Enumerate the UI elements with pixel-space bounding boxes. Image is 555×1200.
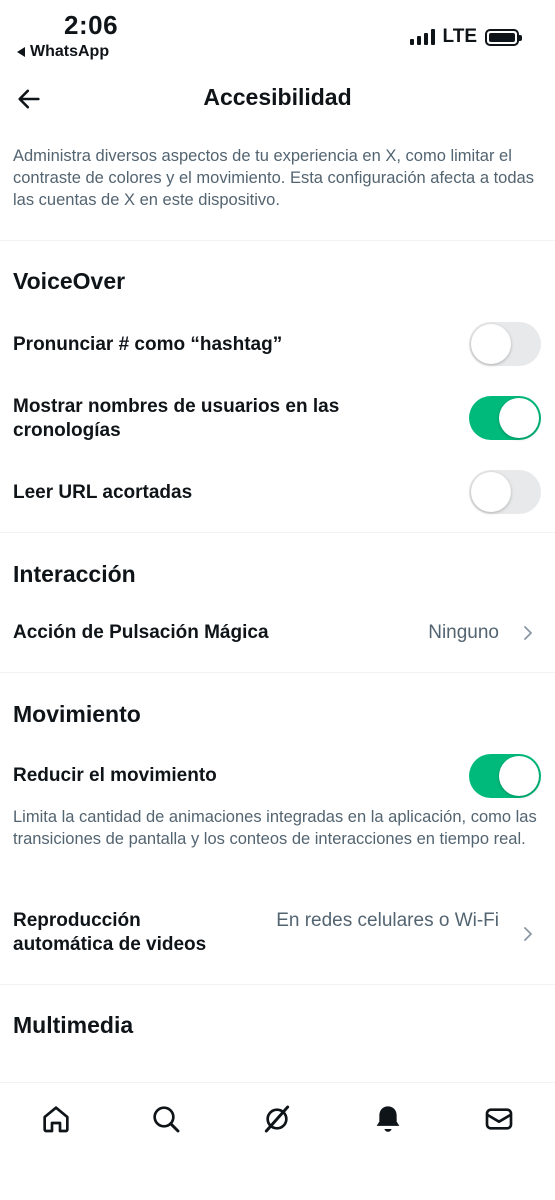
- section-title-interaction: Interacción: [13, 561, 136, 587]
- toggle-knob: [471, 324, 511, 364]
- back-triangle-icon: [17, 47, 25, 57]
- toggle-reduce-motion[interactable]: [469, 754, 541, 798]
- bottom-navigation: [0, 1082, 555, 1200]
- toggle-knob: [499, 756, 539, 796]
- divider: [0, 984, 555, 985]
- intro-description: Administra diversos aspectos de tu exper…: [13, 147, 534, 209]
- signal-icon: [409, 29, 435, 45]
- grok-icon: [264, 1105, 290, 1133]
- toggle-knob: [499, 398, 539, 438]
- magic-tap-label: Acción de Pulsación Mágica: [13, 622, 269, 643]
- nav-search[interactable]: [148, 1101, 184, 1137]
- notifications-icon: [376, 1106, 400, 1132]
- search-icon: [153, 1106, 180, 1133]
- divider: [0, 672, 555, 673]
- setting-label-hashtag: Pronunciar # como “hashtag”: [13, 334, 283, 355]
- nav-home[interactable]: [38, 1101, 74, 1137]
- network-label: LTE: [442, 26, 477, 47]
- back-app-label: WhatsApp: [30, 43, 110, 60]
- status-bar: 2:06 WhatsApp LTE: [0, 0, 555, 70]
- chevron-right-icon: [524, 927, 532, 941]
- reduce-motion-description: Limita la cantidad de animaciones integr…: [13, 808, 537, 848]
- status-indicators: LTE: [409, 26, 522, 48]
- chevron-right-icon: [524, 626, 532, 640]
- setting-label-reduce-motion: Reducir el movimiento: [13, 765, 217, 786]
- nav-messages[interactable]: [481, 1101, 517, 1137]
- magic-tap-row[interactable]: Acción de Pulsación Mágica Ninguno: [0, 606, 555, 660]
- toggle-pronounce-hashtag[interactable]: [469, 322, 541, 366]
- divider: [0, 240, 555, 241]
- setting-label-show-usernames: Mostrar nombres de usuarios en las crono…: [13, 396, 340, 441]
- section-title-motion: Movimiento: [13, 701, 141, 727]
- header: Accesibilidad: [0, 70, 555, 126]
- magic-tap-value: Ninguno: [428, 622, 499, 643]
- nav-grok[interactable]: [259, 1101, 295, 1137]
- toggle-show-usernames[interactable]: [469, 396, 541, 440]
- messages-icon: [485, 1108, 513, 1130]
- page-title: Accesibilidad: [203, 84, 352, 110]
- back-to-app-link[interactable]: WhatsApp: [17, 43, 109, 61]
- toggle-knob: [471, 472, 511, 512]
- autoplay-label: Reproducción automática de videos: [13, 910, 207, 955]
- nav-notifications[interactable]: [370, 1101, 406, 1137]
- autoplay-row[interactable]: Reproducción automática de videos En red…: [0, 900, 555, 970]
- status-time: 2:06: [64, 10, 119, 40]
- setting-label-read-short-urls: Leer URL acortadas: [13, 482, 193, 503]
- toggle-read-short-urls[interactable]: [469, 470, 541, 514]
- section-title-voiceover: VoiceOver: [13, 268, 126, 294]
- battery-icon: [485, 28, 522, 46]
- divider: [0, 532, 555, 533]
- home-icon: [43, 1106, 69, 1133]
- section-title-media: Multimedia: [13, 1012, 134, 1038]
- autoplay-value: En redes celulares o Wi-Fi: [276, 910, 499, 931]
